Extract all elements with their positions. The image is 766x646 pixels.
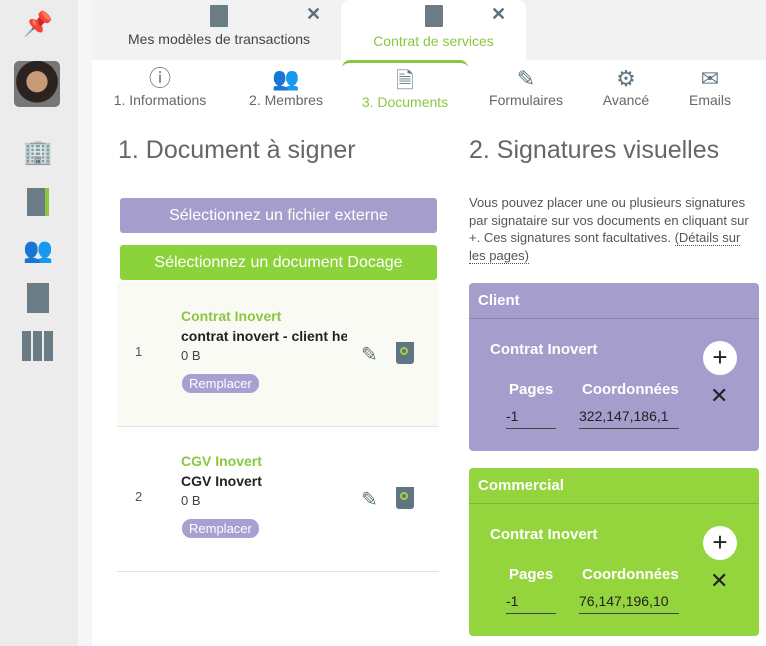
document-size: 0 B bbox=[181, 493, 201, 508]
tab-mes-modeles[interactable]: Mes modèles de transactions ✕ bbox=[104, 0, 334, 60]
document-icon: 🗎 bbox=[396, 68, 414, 93]
document-edit-icon[interactable] bbox=[22, 186, 54, 218]
pencil-icon[interactable]: ✎ bbox=[361, 487, 378, 512]
step-membres[interactable]: 👥 2. Membres bbox=[242, 66, 330, 108]
close-icon[interactable]: ✕ bbox=[710, 383, 728, 409]
replace-button[interactable]: Remplacer bbox=[182, 519, 259, 538]
document-name: CGV Inovert bbox=[181, 473, 262, 489]
document-name: contrat inovert - client heu bbox=[181, 328, 347, 344]
add-signature-button[interactable]: + bbox=[703, 526, 737, 560]
signatures-description: Vous pouvez placer une ou plusieurs sign… bbox=[469, 194, 759, 264]
document-row: 2 CGV Inovert CGV Inovert 0 B Remplacer … bbox=[117, 427, 439, 572]
step-label: Emails bbox=[688, 92, 731, 108]
section-title-document: 1. Document à signer bbox=[118, 136, 356, 164]
step-emails[interactable]: ✉ Emails bbox=[684, 66, 736, 108]
signer-name: Commercial bbox=[469, 468, 759, 504]
add-signature-button[interactable]: + bbox=[703, 341, 737, 375]
pin-icon[interactable]: 📌 bbox=[22, 8, 54, 40]
step-label: Avancé bbox=[602, 92, 650, 108]
tab-label: Mes modèles de transactions bbox=[127, 31, 311, 47]
step-formulaires[interactable]: ✎ Formulaires bbox=[484, 66, 568, 108]
document-number: 2 bbox=[135, 489, 143, 504]
coords-input[interactable] bbox=[579, 588, 679, 614]
document-icon[interactable] bbox=[22, 282, 54, 314]
signer-card-commercial: Commercial Contrat Inovert Pages Coordon… bbox=[469, 468, 759, 636]
envelope-icon: ✉ bbox=[700, 66, 720, 91]
step-informations[interactable]: ⓘ 1. Informations bbox=[110, 66, 210, 108]
select-external-file-button[interactable]: Sélectionnez un fichier externe bbox=[120, 198, 437, 233]
document-size: 0 B bbox=[181, 348, 201, 363]
close-icon[interactable]: ✕ bbox=[306, 4, 321, 25]
step-label: Formulaires bbox=[489, 92, 563, 108]
signer-card-client: Client Contrat Inovert Pages Coordonnées… bbox=[469, 283, 759, 451]
document-edit-icon bbox=[210, 5, 228, 27]
coords-label: Coordonnées bbox=[582, 381, 679, 398]
pages-input[interactable] bbox=[506, 403, 556, 429]
document-title: Contrat Inovert bbox=[181, 308, 282, 324]
tab-bar: Mes modèles de transactions ✕ Contrat de… bbox=[92, 0, 766, 60]
step-label: 2. Membres bbox=[249, 92, 323, 108]
document-number: 1 bbox=[135, 344, 143, 359]
pages-input[interactable] bbox=[506, 588, 556, 614]
building-icon[interactable]: 🏢 bbox=[22, 136, 54, 168]
trash-icon[interactable] bbox=[396, 487, 414, 509]
replace-button[interactable]: Remplacer bbox=[182, 374, 259, 393]
tab-label: Contrat de services bbox=[373, 33, 494, 49]
signature-document: Contrat Inovert bbox=[490, 341, 598, 358]
tab-contrat-services[interactable]: Contrat de services ✕ bbox=[341, 0, 526, 60]
document-title: CGV Inovert bbox=[181, 453, 262, 469]
close-icon[interactable]: ✕ bbox=[491, 4, 506, 25]
binders-icon[interactable] bbox=[22, 330, 54, 362]
close-icon[interactable]: ✕ bbox=[710, 568, 728, 594]
signature-document: Contrat Inovert bbox=[490, 526, 598, 543]
users-icon[interactable]: 👥 bbox=[22, 234, 54, 266]
step-label: 3. Documents bbox=[361, 94, 449, 110]
sidebar: 📌 🏢 👥 bbox=[0, 0, 78, 646]
coords-label: Coordonnées bbox=[582, 566, 679, 583]
avatar[interactable] bbox=[14, 61, 60, 107]
document-row: 1 Contrat Inovert contrat inovert - clie… bbox=[117, 282, 439, 427]
trash-icon[interactable] bbox=[396, 342, 414, 364]
step-label: 1. Informations bbox=[113, 92, 207, 108]
section-title-signatures: 2. Signatures visuelles bbox=[469, 136, 720, 164]
gear-icon: ⚙ bbox=[616, 66, 636, 91]
users-icon: 👥 bbox=[272, 66, 300, 91]
step-avance[interactable]: ⚙ Avancé bbox=[598, 66, 654, 108]
step-nav: ⓘ 1. Informations 👥 2. Membres 🗎 3. Documen… bbox=[92, 60, 766, 115]
coords-input[interactable] bbox=[579, 403, 679, 429]
step-documents[interactable]: 🗎 3. Documents bbox=[342, 60, 468, 110]
info-icon: ⓘ bbox=[148, 66, 171, 91]
pencil-icon: ✎ bbox=[516, 66, 536, 91]
sidebar-edge bbox=[78, 0, 92, 646]
pages-label: Pages bbox=[509, 566, 554, 583]
pencil-icon[interactable]: ✎ bbox=[361, 342, 378, 367]
signer-name: Client bbox=[469, 283, 759, 319]
pages-label: Pages bbox=[509, 381, 554, 398]
document-edit-icon bbox=[424, 5, 443, 27]
select-docage-document-button[interactable]: Sélectionnez un document Docage bbox=[120, 245, 437, 280]
